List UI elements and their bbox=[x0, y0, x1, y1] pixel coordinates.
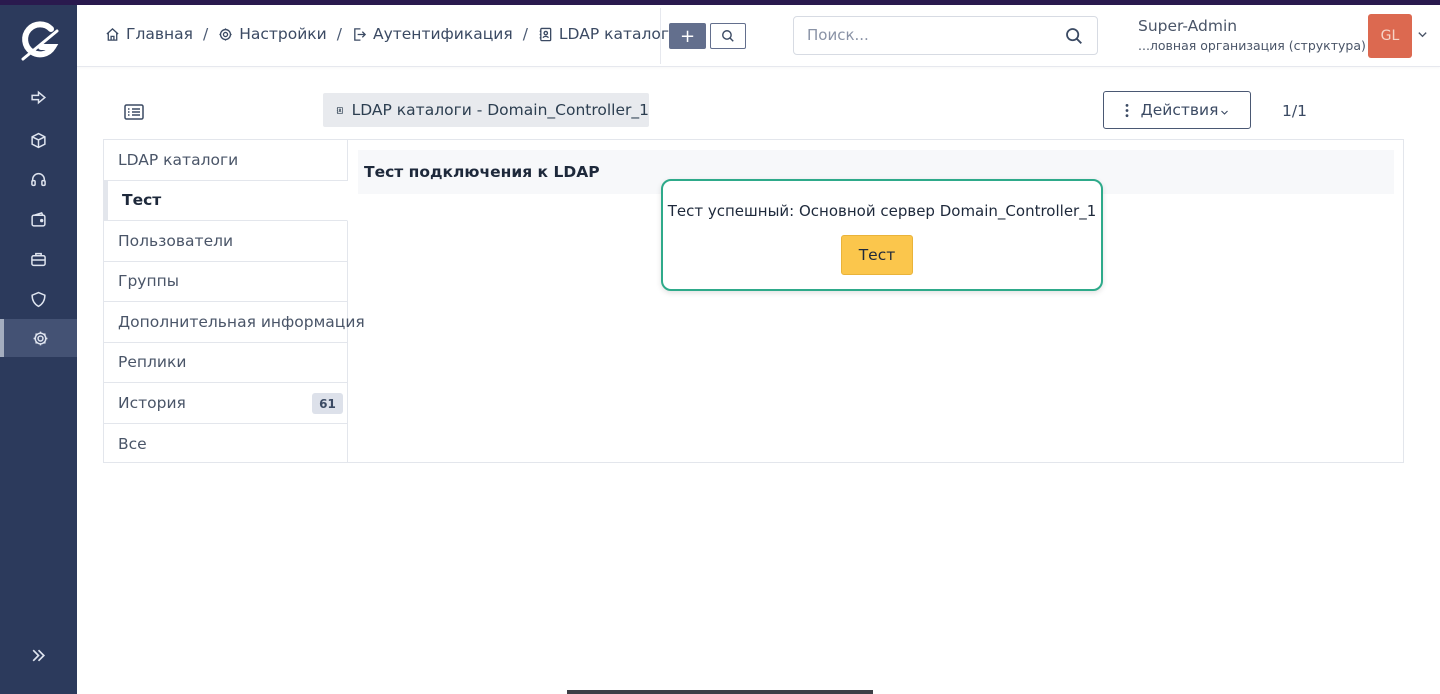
breadcrumb-label: LDAP каталоги bbox=[558, 25, 680, 43]
tab-all[interactable]: Все bbox=[104, 424, 347, 465]
tab-groups[interactable]: Группы bbox=[104, 262, 347, 302]
chevron-down-icon[interactable] bbox=[1417, 29, 1428, 40]
nav-settings[interactable] bbox=[0, 319, 77, 357]
tab-history[interactable]: История 61 bbox=[104, 383, 347, 424]
test-result-message: Тест успешный: Основной сервер Domain_Co… bbox=[667, 202, 1097, 220]
breadcrumb-settings[interactable]: Настройки bbox=[218, 25, 327, 43]
tab-label: Группы bbox=[118, 272, 179, 291]
home-icon bbox=[106, 27, 119, 41]
breadcrumb-ldap[interactable]: LDAP каталоги bbox=[538, 25, 679, 43]
logout-arrow-icon bbox=[31, 90, 47, 104]
wallet-icon bbox=[31, 211, 46, 227]
record-title: LDAP каталоги - Domain_Controller_1 bbox=[351, 101, 649, 119]
record-panel: LDAP каталоги Тест Пользователи Группы Д… bbox=[103, 139, 1404, 463]
breadcrumb-label: Главная bbox=[126, 25, 193, 43]
test-result-popup: Тест успешный: Основной сервер Domain_Co… bbox=[661, 179, 1103, 291]
tab-users[interactable]: Пользователи bbox=[104, 221, 347, 262]
user-organization[interactable]: ...ловная организация (структура) bbox=[1138, 38, 1366, 53]
breadcrumb-label: Аутентификация bbox=[372, 25, 513, 43]
search-input[interactable] bbox=[807, 26, 1057, 44]
tab-label: Все bbox=[118, 434, 147, 453]
chevron-down-icon bbox=[1221, 110, 1229, 115]
expand-sidebar-button[interactable] bbox=[0, 635, 77, 675]
nav-briefcase[interactable] bbox=[0, 240, 77, 278]
headset-icon bbox=[31, 172, 46, 186]
address-book-icon bbox=[539, 27, 552, 41]
address-book-icon bbox=[336, 106, 343, 114]
breadcrumb-home[interactable]: Главная bbox=[105, 25, 193, 43]
sidebar bbox=[0, 5, 77, 694]
actions-button[interactable]: Действия bbox=[1103, 91, 1251, 129]
shield-icon bbox=[31, 291, 46, 307]
tab-label: Тест bbox=[122, 191, 162, 210]
nav-wallet[interactable] bbox=[0, 200, 77, 238]
user-name[interactable]: Super-Admin bbox=[1138, 17, 1237, 35]
breadcrumb-separator: / bbox=[202, 25, 209, 43]
add-button[interactable]: + bbox=[669, 23, 706, 49]
global-search bbox=[793, 16, 1098, 55]
tab-additional-info[interactable]: Дополнительная информация bbox=[104, 302, 365, 343]
breadcrumb-label: Настройки bbox=[239, 25, 327, 43]
record-title-chip: LDAP каталоги - Domain_Controller_1 bbox=[323, 93, 649, 127]
tab-test[interactable]: Тест bbox=[104, 180, 348, 221]
nav-logout[interactable] bbox=[0, 78, 77, 116]
breadcrumb-authentication[interactable]: Аутентификация bbox=[352, 25, 513, 43]
app-logo[interactable] bbox=[17, 19, 61, 63]
actions-label: Действия bbox=[1140, 101, 1219, 119]
tab-label: LDAP каталоги bbox=[118, 150, 239, 169]
gear-icon bbox=[219, 27, 232, 41]
nav-box[interactable] bbox=[0, 121, 77, 159]
history-count-badge: 61 bbox=[312, 393, 343, 414]
search-icon bbox=[722, 30, 734, 42]
tab-ldap-catalogs[interactable]: LDAP каталоги bbox=[104, 140, 347, 181]
vertical-dots-icon bbox=[1125, 103, 1128, 117]
breadcrumb-separator: / bbox=[336, 25, 342, 43]
nav-support[interactable] bbox=[0, 160, 77, 198]
quick-search-button[interactable] bbox=[710, 23, 746, 49]
tab-label: Пользователи bbox=[118, 231, 234, 250]
header-divider bbox=[660, 8, 661, 64]
box-icon bbox=[31, 132, 46, 148]
top-header: Главная / Настройки / Аутентификация / L… bbox=[77, 5, 1440, 67]
tab-replicas[interactable]: Реплики bbox=[104, 343, 347, 383]
tab-label: Дополнительная информация bbox=[118, 312, 365, 331]
tab-label: Реплики bbox=[118, 353, 187, 372]
search-icon[interactable] bbox=[1065, 27, 1083, 45]
tab-label: История bbox=[118, 393, 186, 412]
list-view-icon[interactable] bbox=[124, 104, 144, 120]
briefcase-icon bbox=[31, 252, 46, 266]
avatar[interactable]: GL bbox=[1368, 14, 1412, 58]
breadcrumb-separator: / bbox=[522, 25, 528, 43]
record-pager: 1/1 bbox=[1282, 102, 1307, 120]
bottom-scroll-indicator bbox=[567, 690, 873, 694]
gear-icon bbox=[33, 331, 48, 345]
breadcrumb: Главная / Настройки / Аутентификация / L… bbox=[105, 25, 679, 43]
login-icon bbox=[354, 27, 367, 41]
record-tabs: LDAP каталоги Тест Пользователи Группы Д… bbox=[104, 140, 365, 465]
test-button[interactable]: Тест bbox=[841, 235, 913, 275]
nav-shield[interactable] bbox=[0, 280, 77, 318]
double-chevron-right-icon bbox=[32, 649, 46, 661]
